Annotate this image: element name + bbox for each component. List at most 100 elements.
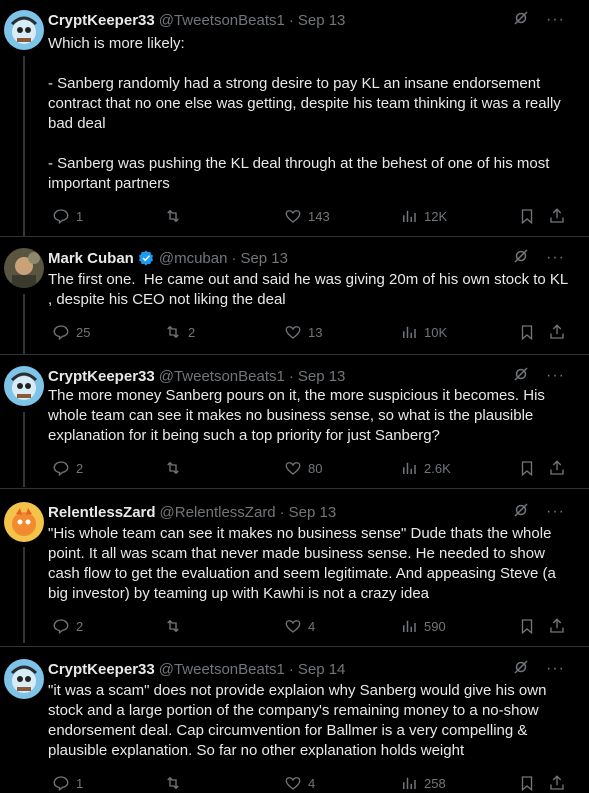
grok-icon[interactable] xyxy=(512,501,530,524)
author-handle[interactable]: @RelentlessZard xyxy=(160,504,276,521)
like-button[interactable]: 4 xyxy=(284,616,315,636)
divider xyxy=(0,236,589,237)
share-button[interactable] xyxy=(548,322,566,342)
tweet-actions: 1 4 258 xyxy=(48,773,576,793)
more-icon[interactable]: ··· xyxy=(546,368,565,384)
reply-icon xyxy=(53,209,69,225)
bookmark-button[interactable] xyxy=(518,616,536,636)
tweet[interactable]: CryptKeeper33 @TweetsonBeats1 · Sep 13 ·… xyxy=(0,10,589,230)
share-button[interactable] xyxy=(548,458,566,478)
reply-icon xyxy=(53,619,69,635)
more-icon[interactable]: ··· xyxy=(546,250,565,266)
tweet-date[interactable]: Sep 13 xyxy=(289,504,337,521)
tweet-text: Which is more likely: - Sanberg randomly… xyxy=(48,35,561,192)
like-icon xyxy=(285,210,301,223)
reply-icon xyxy=(53,461,69,477)
author-handle[interactable]: @mcuban xyxy=(159,250,228,267)
like-count: 4 xyxy=(308,618,316,634)
share-button[interactable] xyxy=(548,616,566,636)
reply-button[interactable]: 25 xyxy=(52,322,90,342)
like-button[interactable]: 13 xyxy=(284,322,322,342)
author-handle[interactable]: @TweetsonBeats1 xyxy=(159,661,285,678)
avatar[interactable] xyxy=(4,248,44,288)
like-icon xyxy=(285,620,301,633)
reply-button[interactable]: 1 xyxy=(52,206,83,226)
like-button[interactable]: 80 xyxy=(284,458,322,478)
reply-icon xyxy=(53,325,69,341)
tweet-actions: 1 143 12K xyxy=(48,206,576,226)
repost-button[interactable] xyxy=(164,616,188,636)
like-count: 80 xyxy=(308,460,323,476)
divider xyxy=(0,354,589,355)
tweet-actions: 2 4 590 xyxy=(48,616,576,636)
views-button[interactable]: 2.6K xyxy=(400,458,451,478)
repost-icon xyxy=(167,619,179,633)
repost-icon xyxy=(167,461,179,475)
tweet-date[interactable]: Sep 13 xyxy=(240,250,288,267)
repost-button[interactable] xyxy=(164,458,188,478)
avatar[interactable] xyxy=(4,659,44,699)
like-icon xyxy=(285,777,301,790)
views-count: 12K xyxy=(424,208,448,224)
views-button[interactable]: 10K xyxy=(400,322,447,342)
share-button[interactable] xyxy=(548,206,566,226)
author-name[interactable]: CryptKeeper33 xyxy=(48,368,155,385)
tweet-text: The more money Sanberg pours on it, the … xyxy=(48,387,550,444)
like-button[interactable]: 4 xyxy=(284,773,315,793)
grok-icon[interactable] xyxy=(512,365,530,388)
like-button[interactable]: 143 xyxy=(284,206,330,226)
more-icon[interactable]: ··· xyxy=(546,12,565,28)
verified-badge-icon xyxy=(137,249,155,267)
avatar[interactable] xyxy=(4,10,44,50)
like-count: 4 xyxy=(308,775,316,791)
repost-button[interactable] xyxy=(164,773,188,793)
reply-count: 2 xyxy=(76,618,84,634)
author-name[interactable]: CryptKeeper33 xyxy=(48,661,155,678)
tweet[interactable]: CryptKeeper33 @TweetsonBeats1 · Sep 14 ·… xyxy=(0,658,589,793)
like-icon xyxy=(285,326,301,339)
bookmark-button[interactable] xyxy=(518,458,536,478)
reply-count: 25 xyxy=(76,324,91,340)
views-button[interactable]: 258 xyxy=(400,773,446,793)
share-icon xyxy=(550,775,564,790)
avatar[interactable] xyxy=(4,502,44,542)
bookmark-button[interactable] xyxy=(518,322,536,342)
views-count: 590 xyxy=(424,618,446,634)
reply-button[interactable]: 1 xyxy=(52,773,83,793)
views-button[interactable]: 590 xyxy=(400,616,446,636)
views-icon xyxy=(403,462,416,474)
reply-button[interactable]: 2 xyxy=(52,458,83,478)
grok-icon[interactable] xyxy=(512,247,530,270)
like-count: 13 xyxy=(308,324,323,340)
repost-button[interactable]: 2 xyxy=(164,322,195,342)
tweet-actions: 2 80 2.6K xyxy=(48,458,576,478)
author-handle[interactable]: @TweetsonBeats1 xyxy=(159,368,285,385)
like-count: 143 xyxy=(308,208,330,224)
views-button[interactable]: 12K xyxy=(400,206,447,226)
author-handle[interactable]: @TweetsonBeats1 xyxy=(159,12,285,29)
share-icon xyxy=(550,208,564,223)
tweet-date[interactable]: Sep 14 xyxy=(298,661,346,678)
grok-icon[interactable] xyxy=(512,9,530,32)
more-icon[interactable]: ··· xyxy=(546,504,565,520)
tweet[interactable]: CryptKeeper33 @TweetsonBeats1 · Sep 13 ·… xyxy=(0,366,589,486)
bookmark-button[interactable] xyxy=(518,206,536,226)
author-name[interactable]: Mark Cuban xyxy=(48,250,134,267)
grok-icon[interactable] xyxy=(512,658,530,681)
tweet[interactable]: Mark Cuban @mcuban · Sep 13 ··· The firs… xyxy=(0,248,589,348)
more-icon[interactable]: ··· xyxy=(546,661,565,677)
tweet-date[interactable]: Sep 13 xyxy=(298,368,346,385)
author-name[interactable]: RelentlessZard xyxy=(48,504,156,521)
tweet-date[interactable]: Sep 13 xyxy=(298,12,346,29)
author-name[interactable]: CryptKeeper33 xyxy=(48,12,155,29)
repost-button[interactable] xyxy=(164,206,188,226)
reply-button[interactable]: 2 xyxy=(52,616,83,636)
share-icon xyxy=(550,460,564,475)
bookmark-button[interactable] xyxy=(518,773,536,793)
tweet[interactable]: RelentlessZard @RelentlessZard · Sep 13 … xyxy=(0,502,589,642)
share-icon xyxy=(550,618,564,633)
share-button[interactable] xyxy=(548,773,566,793)
bookmark-icon xyxy=(521,209,533,225)
tweet-actions: 25 2 13 10K xyxy=(48,322,576,342)
avatar[interactable] xyxy=(4,366,44,406)
